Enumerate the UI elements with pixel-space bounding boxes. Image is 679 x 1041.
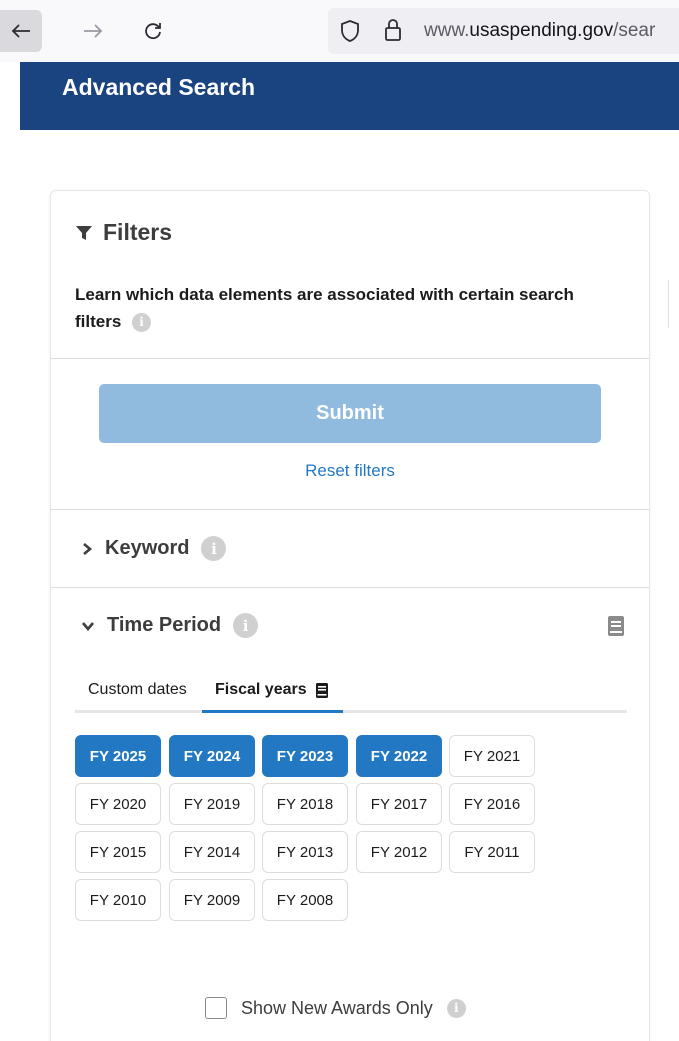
tab-custom-dates[interactable]: Custom dates [88, 681, 187, 699]
forward-arrow-icon [84, 24, 103, 38]
filter-icon [76, 225, 92, 240]
time-period-section-toggle[interactable]: Time Period i [81, 613, 259, 638]
url-text: www.usaspending.gov/sear [424, 20, 656, 41]
filters-heading: Filters [75, 219, 172, 246]
new-awards-label: Show New Awards Only [241, 997, 433, 1018]
book-icon[interactable] [607, 615, 625, 637]
fiscal-year-button[interactable]: FY 2017 [356, 783, 442, 825]
info-icon[interactable]: i [132, 313, 152, 333]
back-arrow-icon [11, 24, 30, 38]
filters-title: Filters [103, 219, 173, 245]
submit-button[interactable]: Submit [99, 384, 601, 443]
fiscal-year-button[interactable]: FY 2011 [449, 831, 535, 873]
new-awards-checkbox[interactable] [205, 997, 227, 1019]
fiscal-year-button[interactable]: FY 2021 [449, 735, 535, 777]
forward-button[interactable] [72, 10, 114, 52]
fiscal-year-button[interactable]: FY 2022 [356, 735, 442, 777]
shield-icon[interactable] [340, 19, 360, 43]
fiscal-year-button[interactable]: FY 2018 [262, 783, 348, 825]
fiscal-year-button[interactable]: FY 2024 [169, 735, 255, 777]
reload-button[interactable] [132, 10, 174, 52]
tab-fiscal-years[interactable]: Fiscal years [215, 681, 329, 699]
fiscal-year-button[interactable]: FY 2020 [75, 783, 161, 825]
results-panel-edge [668, 280, 669, 328]
fiscal-year-button[interactable]: FY 2012 [356, 831, 442, 873]
time-period-tabs: Custom dates Fiscal years [75, 669, 627, 713]
reload-icon [145, 23, 161, 40]
fiscal-year-button[interactable]: FY 2025 [75, 735, 161, 777]
divider [51, 587, 649, 588]
active-tab-indicator [202, 710, 343, 713]
browser-toolbar: www.usaspending.gov/sear [0, 0, 679, 62]
fiscal-year-button[interactable]: FY 2008 [262, 879, 348, 921]
back-button[interactable] [0, 10, 42, 52]
filters-panel: Filters Learn which data elements are as… [50, 190, 650, 1041]
new-awards-option: Show New Awards Only i [205, 997, 466, 1019]
fiscal-year-button[interactable]: FY 2019 [169, 783, 255, 825]
keyword-section-toggle[interactable]: Keyword i [81, 536, 227, 561]
info-icon[interactable]: i [446, 998, 466, 1018]
divider [51, 509, 649, 510]
book-icon [315, 682, 328, 698]
page-header: Advanced Search [20, 62, 679, 130]
chevron-down-icon [82, 621, 94, 631]
fiscal-year-button[interactable]: FY 2010 [75, 879, 161, 921]
time-period-label: Time Period [107, 614, 222, 636]
lock-icon[interactable] [384, 18, 402, 42]
fiscal-year-button[interactable]: FY 2009 [169, 879, 255, 921]
filters-description: Learn which data elements are associated… [75, 285, 574, 333]
info-icon[interactable]: i [201, 536, 227, 561]
fiscal-year-button[interactable]: FY 2013 [262, 831, 348, 873]
fiscal-year-button[interactable]: FY 2015 [75, 831, 161, 873]
fiscal-year-button[interactable]: FY 2016 [449, 783, 535, 825]
page-title: Advanced Search [62, 74, 256, 100]
chevron-right-icon [83, 542, 93, 555]
keyword-label: Keyword [105, 537, 190, 559]
divider [51, 358, 649, 359]
reset-filters-link[interactable]: Reset filters [51, 461, 649, 481]
address-bar[interactable]: www.usaspending.gov/sear [328, 8, 679, 54]
fiscal-year-button[interactable]: FY 2014 [169, 831, 255, 873]
fiscal-year-button[interactable]: FY 2023 [262, 735, 348, 777]
info-icon[interactable]: i [233, 613, 259, 638]
